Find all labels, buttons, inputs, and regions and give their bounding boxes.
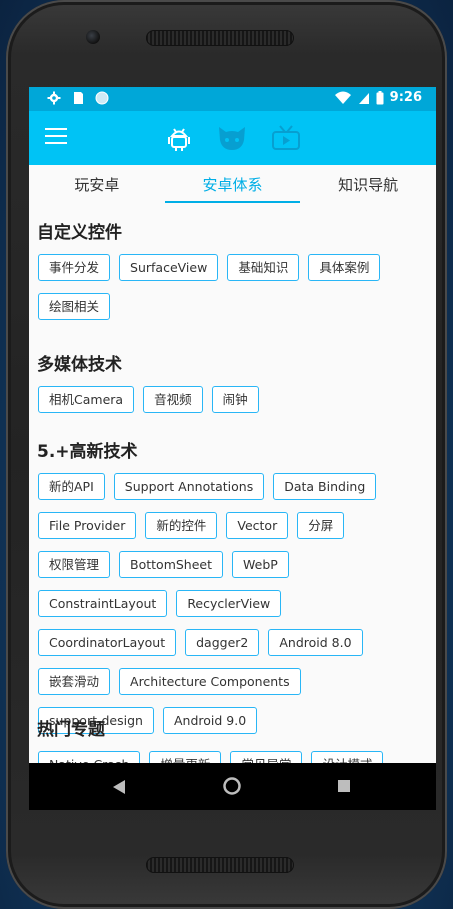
toolbar (29, 111, 436, 165)
section-title: 多媒体技术 (37, 355, 122, 375)
tab-1[interactable]: 玩安卓 (29, 165, 165, 205)
tv-icon[interactable] (270, 124, 302, 152)
topic-chip[interactable]: 闹钟 (211, 386, 259, 413)
topic-chip[interactable]: 权限管理 (38, 551, 111, 578)
chip-group: 相机Camera 音视频 闹钟 (38, 386, 430, 425)
topic-chip[interactable]: Data Binding (273, 473, 377, 500)
topic-chip[interactable]: 嵌套滑动 (38, 668, 111, 695)
battery-icon (376, 90, 384, 104)
tab-bar: 玩安卓 安卓体系 知识导航 (29, 165, 436, 205)
wifi-icon (334, 91, 351, 104)
settings-icon (47, 91, 61, 105)
cat-icon[interactable] (216, 124, 248, 152)
home-icon[interactable] (222, 776, 242, 796)
topic-chip[interactable]: CoordinatorLayout (38, 629, 177, 656)
phone-frame: 9:26 玩安卓 安卓体系 知识导航 自定义控件 事件分发 SurfaceVie… (6, 0, 447, 909)
section-title: 自定义控件 (37, 223, 122, 243)
section: 自定义控件事件分发 SurfaceView 基础知识 具体案例绘图相关 (29, 220, 436, 332)
topic-chip[interactable]: 绘图相关 (38, 293, 111, 320)
topic-chip[interactable]: Vector (226, 512, 289, 539)
topic-chip[interactable]: 基础知识 (227, 254, 300, 281)
topic-chip[interactable]: 事件分发 (38, 254, 111, 281)
tab-2[interactable]: 安卓体系 (164, 165, 301, 205)
topic-chip[interactable]: Native Crash (38, 751, 141, 763)
topic-chip[interactable]: File Provider (38, 512, 137, 539)
status-time: 9:26 (389, 90, 422, 105)
bottom-speaker (146, 857, 294, 873)
topic-chip[interactable]: RecyclerView (176, 590, 282, 617)
topic-chip[interactable]: 具体案例 (308, 254, 381, 281)
topic-chip[interactable]: 新的控件 (145, 512, 218, 539)
topic-chip[interactable]: 常见异常 (230, 751, 303, 763)
topic-chip[interactable]: ConstraintLayout (38, 590, 168, 617)
topic-chip[interactable]: 新的API (38, 473, 105, 500)
topic-chip[interactable]: 增量更新 (149, 751, 222, 763)
system-content: 自定义控件事件分发 SurfaceView 基础知识 具体案例绘图相关多媒体技术相机C… (29, 207, 436, 763)
topic-chip[interactable]: dagger2 (185, 629, 260, 656)
chip-group: Native Crash 增量更新常见异常设计模式 (38, 751, 430, 763)
tab-3[interactable]: 知识导航 (300, 165, 436, 205)
topic-chip[interactable]: Architecture Components (119, 668, 301, 695)
chip-group: 事件分发 SurfaceView 基础知识 具体案例绘图相关 (38, 254, 430, 332)
top-speaker (146, 30, 294, 46)
screen: 9:26 玩安卓 安卓体系 知识导航 自定义控件 事件分发 SurfaceVie… (29, 87, 436, 810)
circle-icon (95, 91, 109, 105)
topic-chip[interactable]: SurfaceView (119, 254, 219, 281)
recents-icon[interactable] (337, 779, 351, 793)
section: 5.+高新技术新的API Support Annotations Data Bind… (29, 439, 436, 746)
back-icon[interactable] (112, 779, 126, 795)
topic-chip[interactable]: Android 8.0 (268, 629, 363, 656)
topic-chip[interactable]: 相机Camera (38, 386, 135, 413)
topic-chip[interactable]: 音视频 (143, 386, 203, 413)
signal-icon (358, 92, 369, 104)
section: 热门专题 Native Crash 增量更新常见异常设计模式 (29, 717, 436, 763)
section: 多媒体技术相机Camera 音视频 闹钟 (29, 352, 436, 425)
topic-chip[interactable]: BottomSheet (119, 551, 224, 578)
front-camera (86, 30, 100, 44)
chip-group: 新的API Support Annotations Data Binding File… (38, 473, 430, 746)
menu-icon[interactable] (45, 128, 67, 146)
topic-chip[interactable]: 设计模式 (311, 751, 384, 763)
topic-chip[interactable]: 分屏 (297, 512, 345, 539)
android-icon[interactable] (164, 124, 194, 152)
nav-bar (29, 763, 436, 810)
topic-chip[interactable]: Support Annotations (113, 473, 265, 500)
sd-card-icon (74, 92, 83, 104)
status-bar: 9:26 (29, 87, 436, 111)
section-title: 热门专题 (37, 720, 105, 740)
topic-chip[interactable]: WebP (232, 551, 289, 578)
section-title: 5.+高新技术 (37, 442, 138, 462)
